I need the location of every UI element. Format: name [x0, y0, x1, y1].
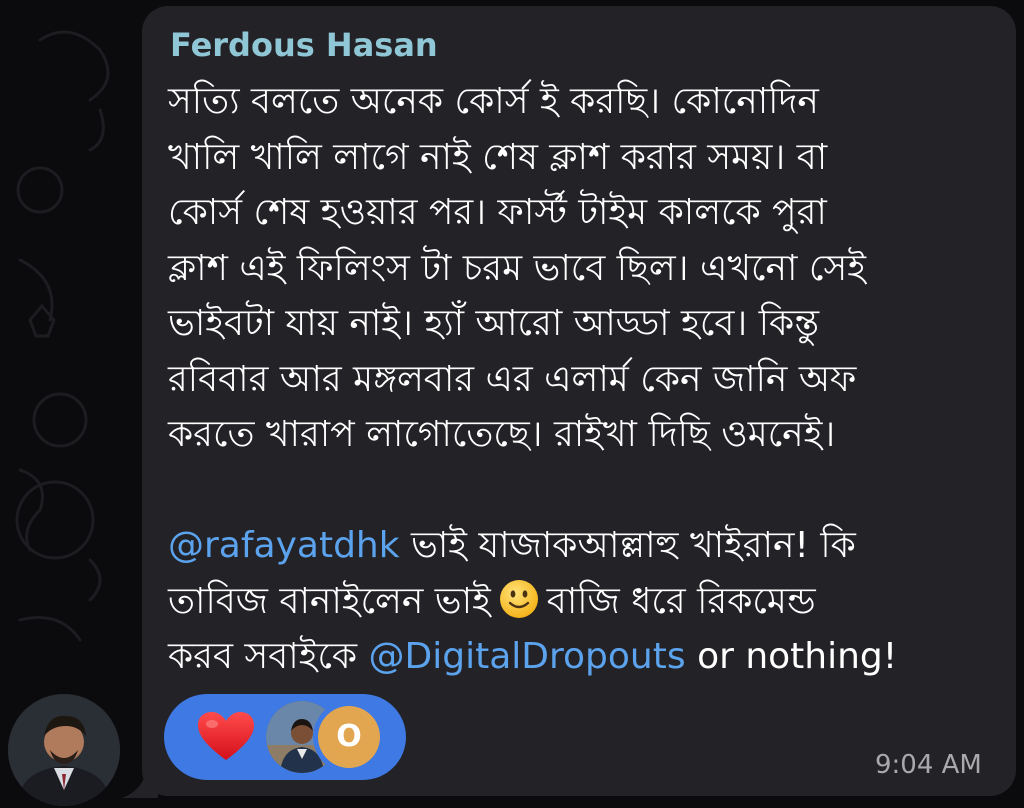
reactor-initial-avatar[interactable]: O — [318, 706, 380, 768]
message-bubble-tail — [122, 758, 158, 798]
reaction-pill[interactable]: O — [164, 694, 406, 780]
message-line: করতে খারাপ লাগোতেছে। রাইখা দিছি ওমনেই। — [168, 414, 836, 455]
message-line: ক্লাশ এই ফিলিংস টা চরম ভাবে ছিল। এখনো সে… — [168, 247, 866, 289]
sender-avatar[interactable] — [8, 694, 120, 806]
message-line: সত্যি বলতে অনেক কোর্স ই করছি। কোনোদিন — [168, 81, 819, 122]
message-text: সত্যি বলতে অনেক কোর্স ই করছি। কোনোদিন খা… — [168, 74, 998, 685]
message-text-fragment: করব সবাইকে — [168, 636, 369, 677]
sender-name[interactable]: Ferdous Hasan — [170, 26, 438, 64]
message-line: খালি খালি লাগে নাই শেষ ক্লাশ করার সময়। … — [168, 136, 828, 178]
message-text-fragment: তাবিজ বানাইলেন ভাই — [168, 580, 491, 622]
message-line: করব সবাইকে @DigitalDropouts or nothing! — [168, 629, 998, 685]
mention-link-rafayatdhk[interactable]: @rafayatdhk — [168, 525, 400, 566]
message-line: তাবিজ বানাইলেন ভাই বাজি ধরে রিকমেন্ড — [168, 574, 998, 630]
heart-icon — [198, 712, 254, 760]
message-text-fragment: or nothing! — [685, 636, 898, 677]
avatar-photo-icon — [8, 694, 120, 806]
message-text-fragment: বাজি ধরে রিকমেন্ড — [546, 580, 816, 622]
slightly-smiling-face-icon — [499, 579, 538, 618]
message-timestamp: 9:04 AM — [875, 750, 982, 780]
message-text-fragment: ভাই যাজাকআল্লাহু খাইরান! কি — [399, 525, 856, 566]
message-line: ভাইবটা যায় নাই। হ্যাঁ আরো আড্ডা হবে। কি… — [168, 303, 819, 344]
mention-link-digitaldropouts[interactable]: @DigitalDropouts — [369, 636, 686, 677]
message-line: @rafayatdhk ভাই যাজাকআল্লাহু খাইরান! কি — [168, 518, 998, 574]
message-line: রবিবার আর মঙ্গলবার এর এলার্ম কেন জানি অফ — [168, 358, 857, 400]
message-line: কোর্স শেষ হওয়ার পর। ফার্স্ট টাইম কালকে … — [168, 192, 827, 233]
